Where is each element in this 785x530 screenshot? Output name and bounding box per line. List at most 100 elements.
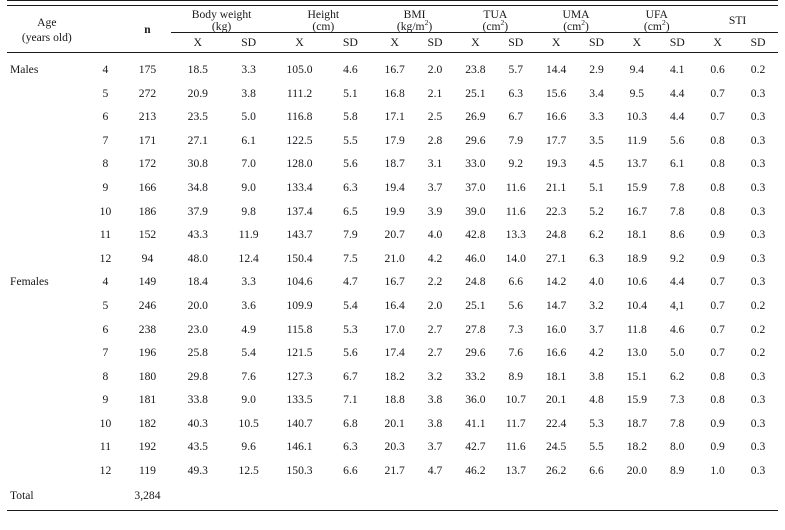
table-row: Males 4 175 18.5 3.3 105.0 4.6 16.7 2.0 23.8 5.7 14… [7,55,778,82]
row-sex-label [7,294,87,318]
row-tua-sd: 6.6 [508,275,524,289]
row-body-weight-sd: 10.5 [238,416,259,430]
total-age [87,483,125,511]
row-bmi-sd: 3.7 [427,440,443,454]
row-n: 172 [138,157,157,171]
row-sex-label [7,341,87,365]
row-tua-sd: 14.0 [505,251,526,265]
row-n: 180 [138,369,157,383]
row-sti-mean: 0.9 [710,416,725,430]
row-uma-mean: 16.6 [545,110,567,124]
row-age: 8 [102,157,109,171]
row-ufa-sd: 7.8 [669,416,685,430]
row-uma-mean: 22.4 [545,416,567,430]
row-sex-label [7,247,87,271]
row-ufa-sd: 4.4 [669,86,685,100]
row-body-weight-sd: 3.6 [241,298,256,312]
row-tua-sd: 7.9 [508,133,524,147]
row-uma-sd: 5.5 [589,440,604,454]
row-body-weight-mean: 20.0 [187,298,208,312]
table-row: 5 246 20.0 3.6 109.9 5.4 16.4 2.0 25.1 5.6 14.7 3.2… [7,294,778,318]
row-tua-mean: 23.8 [465,62,486,76]
row-body-weight-mean: 34.8 [187,180,208,194]
column-header-ufa-x: X [632,35,642,50]
row-sti-mean: 0.7 [710,110,725,124]
row-n: 213 [138,110,157,124]
table-row: 7 171 27.1 6.1 122.5 5.5 17.9 2.8 29.6 7.9 17.7 3.5… [7,129,778,153]
row-ufa-mean: 15.1 [626,369,648,383]
column-header-group-height: Height (cm) [272,9,375,34]
row-height-sd: 7.1 [343,393,358,407]
row-height-sd: 5.1 [343,86,358,100]
row-sti-mean: 0.8 [710,393,725,407]
row-body-weight-sd: 9.6 [241,440,256,454]
column-header-tua-sd: SD [508,35,524,50]
row-sti-sd: 0.3 [750,86,766,100]
row-tua-sd: 7.3 [508,322,524,336]
row-uma-mean: 14.2 [545,275,567,289]
column-header-uma-sd: SD [588,35,605,50]
row-sex-label [7,318,87,342]
row-sti-mean: 0.7 [710,322,725,336]
row-bmi-sd: 4.2 [427,251,443,265]
row-ufa-mean: 9.4 [629,62,645,76]
row-age: 12 [99,464,112,478]
row-tua-sd: 11.6 [505,440,526,454]
row-age: 6 [102,110,109,124]
row-body-weight-mean: 23.0 [187,322,208,336]
table-row: 6 213 23.5 5.0 116.8 5.8 17.1 2.5 26.9 6.7 16.6 3.3… [7,105,778,129]
row-body-weight-mean: 29.8 [187,369,208,383]
row-ufa-mean: 9.5 [629,86,645,100]
row-height-sd: 7.5 [343,251,358,265]
row-body-weight-sd: 3.3 [241,275,256,289]
row-ufa-mean: 10.4 [626,298,648,312]
row-sti-sd: 0.3 [750,275,766,289]
table-container: Age (years old) n Body weight (kg) Heigh… [0,0,785,530]
row-ufa-mean: 11.8 [626,322,647,336]
table-row: 9 166 34.8 9.0 133.4 6.3 19.4 3.7 37.0 11.6 21.1 5.… [7,176,778,200]
table-row: Females 4 149 18.4 3.3 104.6 4.7 16.7 2.2 24.8 6.6… [7,270,778,294]
row-ufa-sd: 8.0 [669,440,685,454]
row-sti-mean: 0.7 [710,275,725,289]
row-tua-sd: 5.6 [508,298,524,312]
row-n: 152 [138,228,157,242]
row-uma-sd: 4.2 [589,346,604,360]
row-tua-mean: 24.8 [465,275,486,289]
row-body-weight-mean: 49.3 [187,464,208,478]
row-bmi-mean: 16.7 [384,62,405,76]
row-height-sd: 6.7 [343,369,358,383]
total-row: Total 3,284 [7,483,778,511]
row-sti-sd: 0.3 [750,416,766,430]
row-body-weight-sd: 5.4 [241,346,256,360]
row-sex-label [7,435,87,459]
row-height-sd: 5.6 [343,346,358,360]
row-ufa-sd: 4.4 [669,275,685,289]
row-age: 9 [102,393,109,407]
row-bmi-mean: 18.7 [384,157,405,171]
row-uma-sd: 4.0 [589,275,604,289]
row-n: 94 [141,251,154,265]
row-bmi-mean: 17.4 [384,346,405,360]
row-height-mean: 122.5 [286,133,313,147]
row-sex-label [7,223,87,247]
row-ufa-mean: 13.7 [626,157,648,171]
row-bmi-mean: 19.9 [384,204,405,218]
row-sti-mean: 0.7 [710,298,725,312]
row-body-weight-mean: 18.5 [187,62,208,76]
row-uma-sd: 5.3 [589,416,604,430]
row-bmi-sd: 2.7 [427,346,443,360]
row-bmi-sd: 2.5 [427,110,443,124]
row-sex-label: Males [10,62,39,76]
row-tua-sd: 6.3 [508,86,524,100]
row-bmi-mean: 17.0 [384,322,405,336]
row-ufa-sd: 4.1 [669,62,685,76]
row-body-weight-mean: 48.0 [187,251,208,265]
row-body-weight-mean: 43.3 [187,228,208,242]
row-sex-label [7,105,87,129]
row-bmi-sd: 4.0 [427,228,443,242]
column-header-n: n [144,23,151,36]
row-body-weight-sd: 9.0 [241,393,256,407]
row-height-mean: 146.1 [286,440,313,454]
row-tua-mean: 46.2 [465,464,486,478]
row-height-mean: 137.4 [286,204,313,218]
